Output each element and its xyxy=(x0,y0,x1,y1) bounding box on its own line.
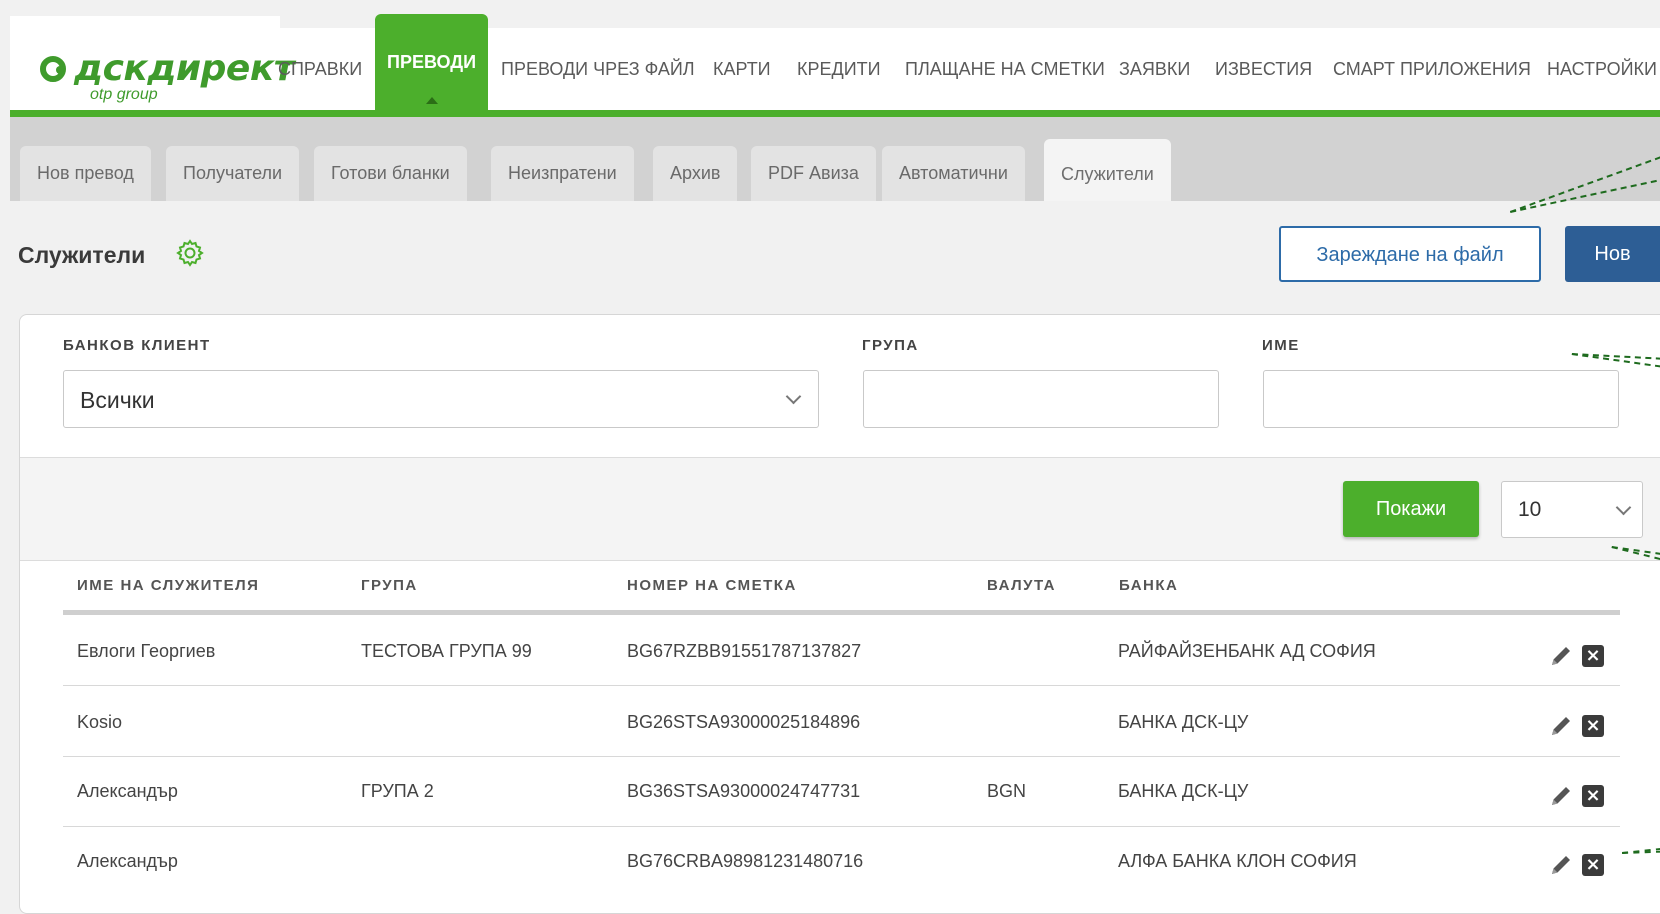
chevron-down-icon xyxy=(1615,499,1632,516)
group-label: ГРУПА xyxy=(862,337,919,354)
nav-item-file-transfers[interactable]: ПРЕВОДИ ЧРЕЗ ФАЙЛ xyxy=(501,28,695,110)
chevron-down-icon xyxy=(785,388,802,405)
delete-icon[interactable]: × xyxy=(1582,854,1604,876)
tab-unsent[interactable]: Неизпратени xyxy=(491,146,634,201)
nav-item-reports[interactable]: СПРАВКИ xyxy=(278,28,362,110)
column-header-account[interactable]: НОМЕР НА СМЕТКА xyxy=(627,577,797,594)
edit-pencil-icon[interactable] xyxy=(1548,643,1574,669)
group-cell: ТЕСТОВА ГРУПА 99 xyxy=(361,641,532,661)
bank-cell: РАЙФАЙЗЕНБАНК АД СОФИЯ xyxy=(1118,641,1376,661)
dsk-direct-logo[interactable]: дскдирект otp group xyxy=(30,42,295,103)
column-header-name[interactable]: ИМЕ НА СЛУЖИТЕЛЯ xyxy=(77,577,259,594)
edit-pencil-icon[interactable] xyxy=(1548,852,1574,878)
tab-new-transfer[interactable]: Нов превод xyxy=(20,146,151,201)
group-cell: ГРУПА 2 xyxy=(361,781,434,801)
name-label: ИМЕ xyxy=(1262,337,1300,354)
logo-sub-text: otp group xyxy=(90,86,158,103)
nav-item-requests[interactable]: ЗАЯВКИ xyxy=(1119,28,1190,110)
bank-cell: БАНКА ДСК-ЦУ xyxy=(1118,781,1249,801)
bank-client-select[interactable]: Всички xyxy=(63,370,819,428)
bank-cell: АЛФА БАНКА КЛОН СОФИЯ xyxy=(1118,851,1357,871)
logo-mark-icon xyxy=(40,56,66,82)
column-header-bank[interactable]: БАНКА xyxy=(1119,577,1178,594)
row-divider xyxy=(63,826,1620,827)
table-header-divider xyxy=(63,610,1620,615)
sub-tabs-bar: Нов превод Получатели Готови бланки Неиз… xyxy=(10,117,1660,201)
nav-item-cards[interactable]: КАРТИ xyxy=(713,28,771,110)
account-cell: BG67RZBB91551787137827 xyxy=(627,641,862,661)
new-employee-button[interactable]: Нов xyxy=(1565,226,1660,282)
bank-client-value: Всички xyxy=(80,387,155,413)
name-filter-input[interactable] xyxy=(1263,370,1619,428)
delete-icon[interactable]: × xyxy=(1582,645,1604,667)
nav-item-smart-apps[interactable]: СМАРТ ПРИЛОЖЕНИЯ xyxy=(1333,28,1531,110)
page-title: Служители xyxy=(18,242,146,268)
nav-item-bill-payments[interactable]: ПЛАЩАНЕ НА СМЕТКИ xyxy=(905,28,1105,110)
nav-item-settings[interactable]: НАСТРОЙКИ xyxy=(1547,28,1657,110)
bank-cell: БАНКА ДСК-ЦУ xyxy=(1118,712,1249,732)
gear-icon[interactable] xyxy=(175,238,205,268)
top-navigation: дскдирект otp group СПРАВКИ ПРЕВОДИ ПРЕВ… xyxy=(10,14,1660,117)
edit-pencil-icon[interactable] xyxy=(1548,783,1574,809)
delete-icon[interactable]: × xyxy=(1582,715,1604,737)
account-cell: BG36STSA93000024747731 xyxy=(627,781,861,801)
column-header-currency[interactable]: ВАЛУТА xyxy=(987,577,1056,594)
tab-ready-forms[interactable]: Готови бланки xyxy=(314,146,467,201)
column-header-group[interactable]: ГРУПА xyxy=(361,577,418,594)
logo-brand-text: дскдирект xyxy=(74,48,295,89)
show-button[interactable]: Покажи xyxy=(1343,481,1479,537)
account-cell: BG26STSA93000025184896 xyxy=(627,712,861,732)
delete-icon[interactable]: × xyxy=(1582,785,1604,807)
edit-pencil-icon[interactable] xyxy=(1548,713,1574,739)
account-cell: BG76CRBA98981231480716 xyxy=(627,851,864,871)
nav-item-transfers[interactable]: ПРЕВОДИ xyxy=(375,14,489,110)
employee-name-cell: Евлоги Георгиев xyxy=(77,641,216,661)
bank-client-label: БАНКОВ КЛИЕНТ xyxy=(63,337,211,354)
page-size-select[interactable]: 10 xyxy=(1501,481,1643,538)
nav-item-notifications[interactable]: ИЗВЕСТИЯ xyxy=(1215,28,1312,110)
tab-archive[interactable]: Архив xyxy=(653,146,738,201)
group-filter-input[interactable] xyxy=(863,370,1219,428)
row-divider xyxy=(63,685,1620,686)
nav-item-credits[interactable]: КРЕДИТИ xyxy=(797,28,881,110)
employee-name-cell: Kosio xyxy=(77,712,123,732)
page-size-value: 10 xyxy=(1518,498,1542,521)
currency-cell: BGN xyxy=(987,781,1027,801)
tab-pdf-notices[interactable]: PDF Авиза xyxy=(751,146,876,201)
upload-file-button[interactable]: Зареждане на файл xyxy=(1279,226,1541,282)
tab-recipients[interactable]: Получатели xyxy=(166,146,300,201)
row-divider xyxy=(63,756,1620,757)
tab-employees[interactable]: Служители xyxy=(1044,139,1171,201)
employee-name-cell: Александър xyxy=(77,851,178,871)
employee-name-cell: Александър xyxy=(77,781,178,801)
tab-automatic[interactable]: Автоматични xyxy=(882,146,1025,201)
